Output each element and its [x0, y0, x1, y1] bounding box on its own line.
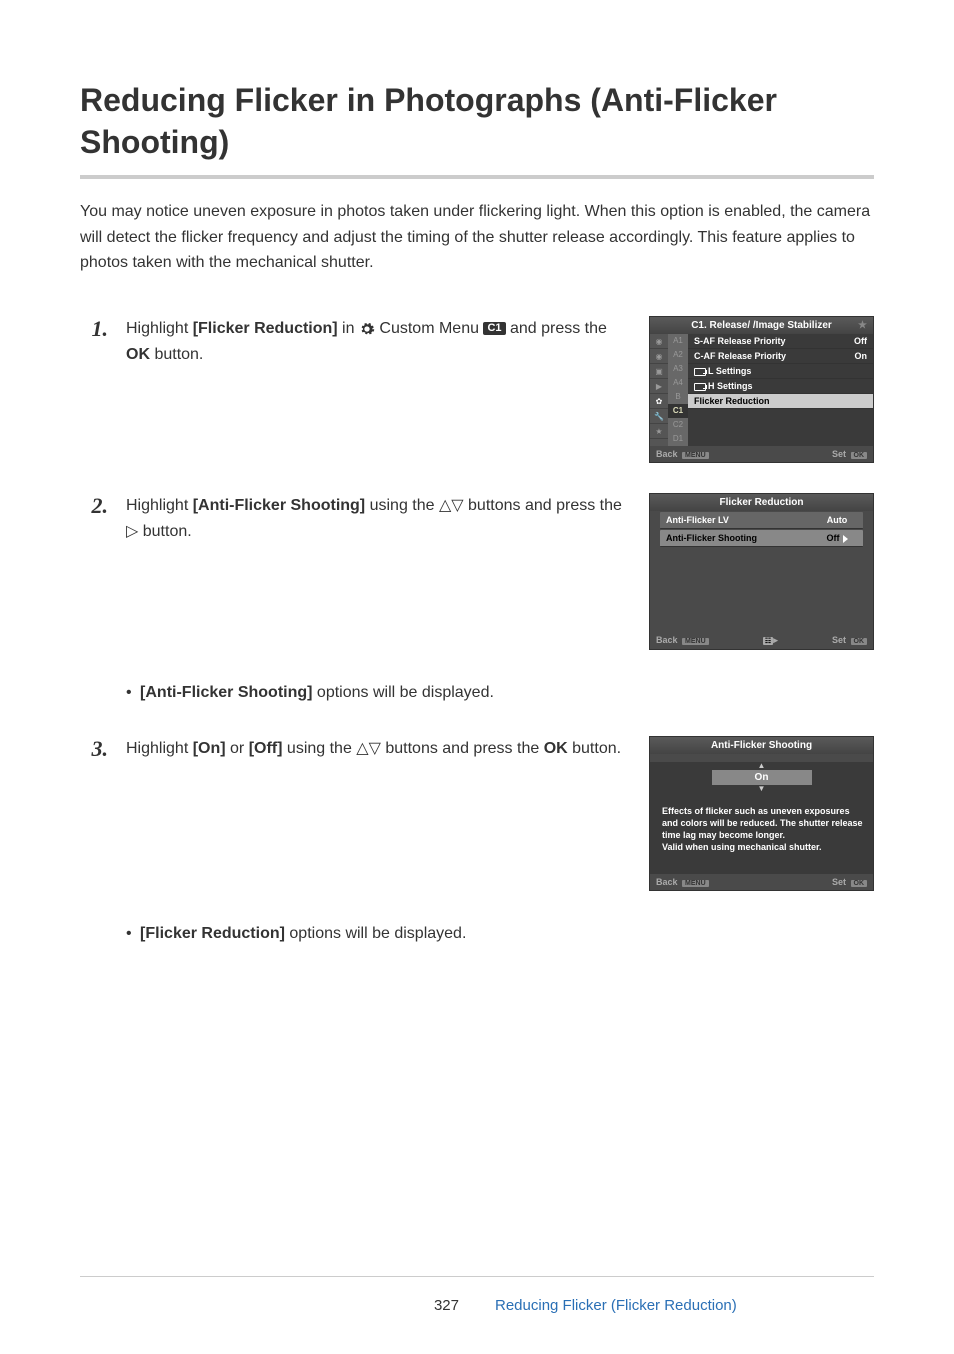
chevron-down-icon: ▼ [712, 785, 812, 793]
step-3-bullet: [Flicker Reduction] options will be disp… [140, 921, 874, 947]
screen-3-selector: ▲ On ▼ [712, 762, 812, 793]
screen-2-header: Flicker Reduction [650, 494, 873, 511]
screen-1-custom-menu: C1. Release/ /Image Stabilizer★ ◉ ◉ ▣ ▶ … [649, 316, 874, 463]
step-2: 2. Highlight [Anti-Flicker Shooting] usi… [80, 493, 874, 650]
footer-link[interactable]: Reducing Flicker (Flicker Reduction) [495, 1297, 737, 1314]
page-number: 327 [80, 1297, 477, 1314]
screen-1-subtabs: A1 A2 A3 A4 B C1 C2 D1 [668, 334, 688, 446]
drive-icon [694, 383, 706, 391]
chevron-up-icon: ▲ [712, 762, 812, 770]
step-3: 3. Highlight [On] or [Off] using the △▽ … [80, 736, 874, 891]
page-footer: 327 Reducing Flicker (Flicker Reduction) [80, 1276, 874, 1314]
step-2-text: Highlight [Anti-Flicker Shooting] using … [126, 493, 629, 544]
step-2-bullet: [Anti-Flicker Shooting] options will be … [140, 680, 874, 706]
c1-badge: C1 [483, 322, 505, 335]
screen-3-header: Anti-Flicker Shooting [650, 737, 873, 754]
screen-2-flicker-reduction: Flicker Reduction Anti-Flicker LVAuto An… [649, 493, 874, 650]
step-1-number: 1. [80, 316, 108, 342]
screen-1-header: C1. Release/ /Image Stabilizer★ [650, 317, 873, 334]
screen-1-rows: S-AF Release PriorityOff C-AF Release Pr… [688, 334, 873, 446]
camera2-icon: ◉ [650, 349, 668, 364]
camera1-icon: ◉ [650, 334, 668, 349]
info-icon: ☷ [763, 637, 773, 645]
wrench-icon: 🔧 [650, 409, 668, 424]
step-3-text: Highlight [On] or [Off] using the △▽ but… [126, 736, 629, 762]
screen-1-sidebar: ◉ ◉ ▣ ▶ ✿ 🔧 ★ [650, 334, 668, 446]
right-icon: ▷ [126, 523, 138, 540]
page-title: Reducing Flicker in Photographs (Anti-Fl… [80, 80, 874, 179]
screen-1-footer: Back MENU Set OK [650, 446, 873, 462]
star-icon: ★ [858, 320, 867, 331]
step-2-number: 2. [80, 493, 108, 519]
up-down-icon: △▽ [356, 740, 381, 757]
step-3-number: 3. [80, 736, 108, 762]
up-down-icon: △▽ [439, 497, 464, 514]
drive-icon [694, 368, 706, 376]
screen-2-footer: Back MENU ☷▸ Set OK [650, 632, 873, 649]
gear-tab-icon: ✿ [650, 394, 668, 409]
star-tab-icon: ★ [650, 424, 668, 439]
step-1-text: Highlight [Flicker Reduction] in Custom … [126, 316, 629, 367]
screen-3-footer: Back MENU Set OK [650, 874, 873, 890]
gear-icon [359, 321, 375, 337]
intro-text: You may notice uneven exposure in photos… [80, 199, 874, 276]
step-1: 1. Highlight [Flicker Reduction] in Cust… [80, 316, 874, 463]
video-icon: ▣ [650, 364, 668, 379]
play-icon: ▶ [650, 379, 668, 394]
screen-3-desc: Effects of flicker such as uneven exposu… [650, 801, 873, 862]
screen-3-anti-flicker-shooting: Anti-Flicker Shooting ▲ On ▼ Effects of … [649, 736, 874, 891]
chevron-right-icon [843, 535, 848, 543]
